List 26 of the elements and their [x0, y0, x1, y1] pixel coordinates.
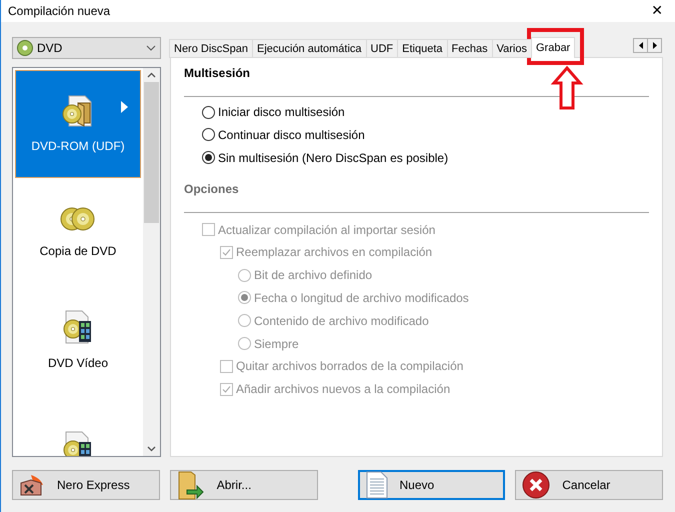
option-label: Sin multisesión (Nero DiscSpan es posible): [218, 150, 448, 165]
option-label: Reemplazar archivos en compilación: [236, 245, 432, 260]
dialog-button[interactable]: Abrir...: [170, 470, 318, 500]
section-title: Multisesión: [184, 66, 250, 80]
dialog-button[interactable]: Nero Express: [12, 470, 160, 500]
option-label: Contenido de archivo modificado: [254, 314, 429, 328]
project-item[interactable]: DVD Vídeo: [15, 286, 141, 394]
disc-type-dropdown[interactable]: DVD: [12, 37, 161, 59]
dialog-button[interactable]: Cancelar: [515, 470, 663, 500]
option-label: Actualizar compilación al importar sesión: [218, 222, 436, 237]
option-label: Siempre: [254, 336, 299, 351]
tab[interactable]: Grabar: [530, 37, 576, 58]
option-label: Continuar disco multisesión: [218, 128, 365, 142]
option-label: Quitar archivos borrados de la compilación: [236, 359, 464, 374]
project-item[interactable]: DVD-ROM (UDF): [15, 70, 141, 178]
dialog-button[interactable]: Nuevo: [358, 470, 506, 500]
tab[interactable]: Varios: [492, 39, 532, 58]
window-title: Compilación nueva: [8, 4, 110, 18]
option-label: Bit de archivo definido: [254, 268, 372, 282]
project-item[interactable]: Copia de DVD: [15, 178, 141, 286]
tab[interactable]: Nero DiscSpan: [169, 39, 253, 58]
option-label: Añadir archivos nuevos a la compilación: [236, 382, 450, 396]
option-label: Fecha o longitud de archivo modificados: [254, 290, 469, 305]
section-title: Opciones: [184, 182, 239, 196]
close-button[interactable]: ✕: [651, 3, 663, 19]
option-label: Iniciar disco multisesión: [218, 105, 345, 119]
